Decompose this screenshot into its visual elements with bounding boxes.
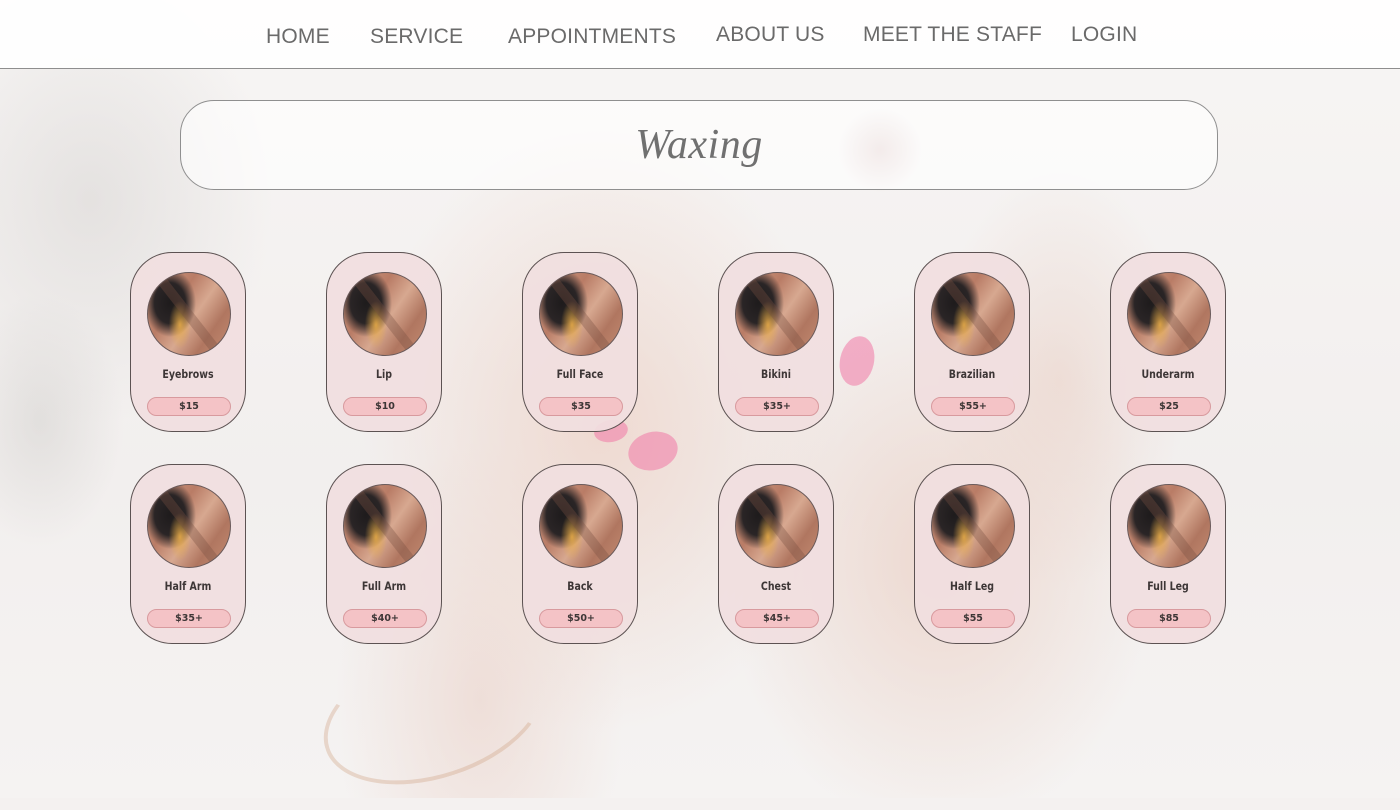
page-title: Waxing xyxy=(635,122,763,168)
price-button[interactable]: $55 xyxy=(931,609,1015,628)
service-name: Half Leg xyxy=(949,579,995,593)
price-button[interactable]: $85 xyxy=(1127,609,1211,628)
service-photo xyxy=(735,272,819,356)
nav-staff-link[interactable]: MEET THE STAFF xyxy=(863,23,1042,47)
service-name: Brazilian xyxy=(948,367,996,381)
service-card-underarm[interactable]: Underarm $25 xyxy=(1110,252,1226,432)
price-button[interactable]: $50+ xyxy=(539,609,623,628)
price-button[interactable]: $35 xyxy=(539,397,623,416)
service-name: Chest xyxy=(760,579,792,593)
service-card-full-face[interactable]: Full Face $35 xyxy=(522,252,638,432)
bracelet-decoration xyxy=(305,617,563,810)
service-card-half-arm[interactable]: Half Arm $35+ xyxy=(130,464,246,644)
nail-decoration xyxy=(835,333,879,389)
price-button[interactable]: $25 xyxy=(1127,397,1211,416)
nav-service-link[interactable]: SERVICE xyxy=(370,25,463,49)
nav-appointments-link[interactable]: APPOINTMENTS xyxy=(508,25,676,49)
service-name: Eyebrows xyxy=(162,367,214,381)
nav-home-link[interactable]: HOME xyxy=(266,25,330,49)
service-photo xyxy=(539,484,623,568)
price-button[interactable]: $10 xyxy=(343,397,427,416)
service-name: Bikini xyxy=(761,367,791,381)
service-photo xyxy=(147,484,231,568)
service-card-chest[interactable]: Chest $45+ xyxy=(718,464,834,644)
price-button[interactable]: $35+ xyxy=(147,609,231,628)
service-card-full-leg[interactable]: Full Leg $85 xyxy=(1110,464,1226,644)
nav-login-link[interactable]: LOGIN xyxy=(1071,23,1137,47)
service-card-half-leg[interactable]: Half Leg $55 xyxy=(914,464,1030,644)
service-photo xyxy=(735,484,819,568)
page-title-banner: Waxing xyxy=(180,100,1218,190)
service-photo xyxy=(1127,484,1211,568)
service-photo xyxy=(931,272,1015,356)
price-button[interactable]: $15 xyxy=(147,397,231,416)
service-photo xyxy=(343,272,427,356)
service-card-full-arm[interactable]: Full Arm $40+ xyxy=(326,464,442,644)
service-card-lip[interactable]: Lip $10 xyxy=(326,252,442,432)
service-card-brazilian[interactable]: Brazilian $55+ xyxy=(914,252,1030,432)
price-button[interactable]: $40+ xyxy=(343,609,427,628)
price-button[interactable]: $55+ xyxy=(931,397,1015,416)
service-name: Full Face xyxy=(556,367,604,381)
service-name: Back xyxy=(567,579,593,593)
service-name: Full Arm xyxy=(361,579,407,593)
service-card-back[interactable]: Back $50+ xyxy=(522,464,638,644)
price-button[interactable]: $45+ xyxy=(735,609,819,628)
service-photo xyxy=(1127,272,1211,356)
service-photo xyxy=(147,272,231,356)
service-name: Half Arm xyxy=(164,579,212,593)
top-navigation: HOME SERVICE APPOINTMENTS ABOUT US MEET … xyxy=(0,0,1400,69)
service-photo xyxy=(931,484,1015,568)
price-button[interactable]: $35+ xyxy=(735,397,819,416)
service-name: Lip xyxy=(375,367,392,381)
nav-about-link[interactable]: ABOUT US xyxy=(716,23,825,47)
service-photo xyxy=(539,272,623,356)
service-name: Full Leg xyxy=(1147,579,1189,593)
service-card-bikini[interactable]: Bikini $35+ xyxy=(718,252,834,432)
service-name: Underarm xyxy=(1141,367,1195,381)
service-photo xyxy=(343,484,427,568)
service-card-eyebrows[interactable]: Eyebrows $15 xyxy=(130,252,246,432)
nail-decoration xyxy=(623,426,683,476)
